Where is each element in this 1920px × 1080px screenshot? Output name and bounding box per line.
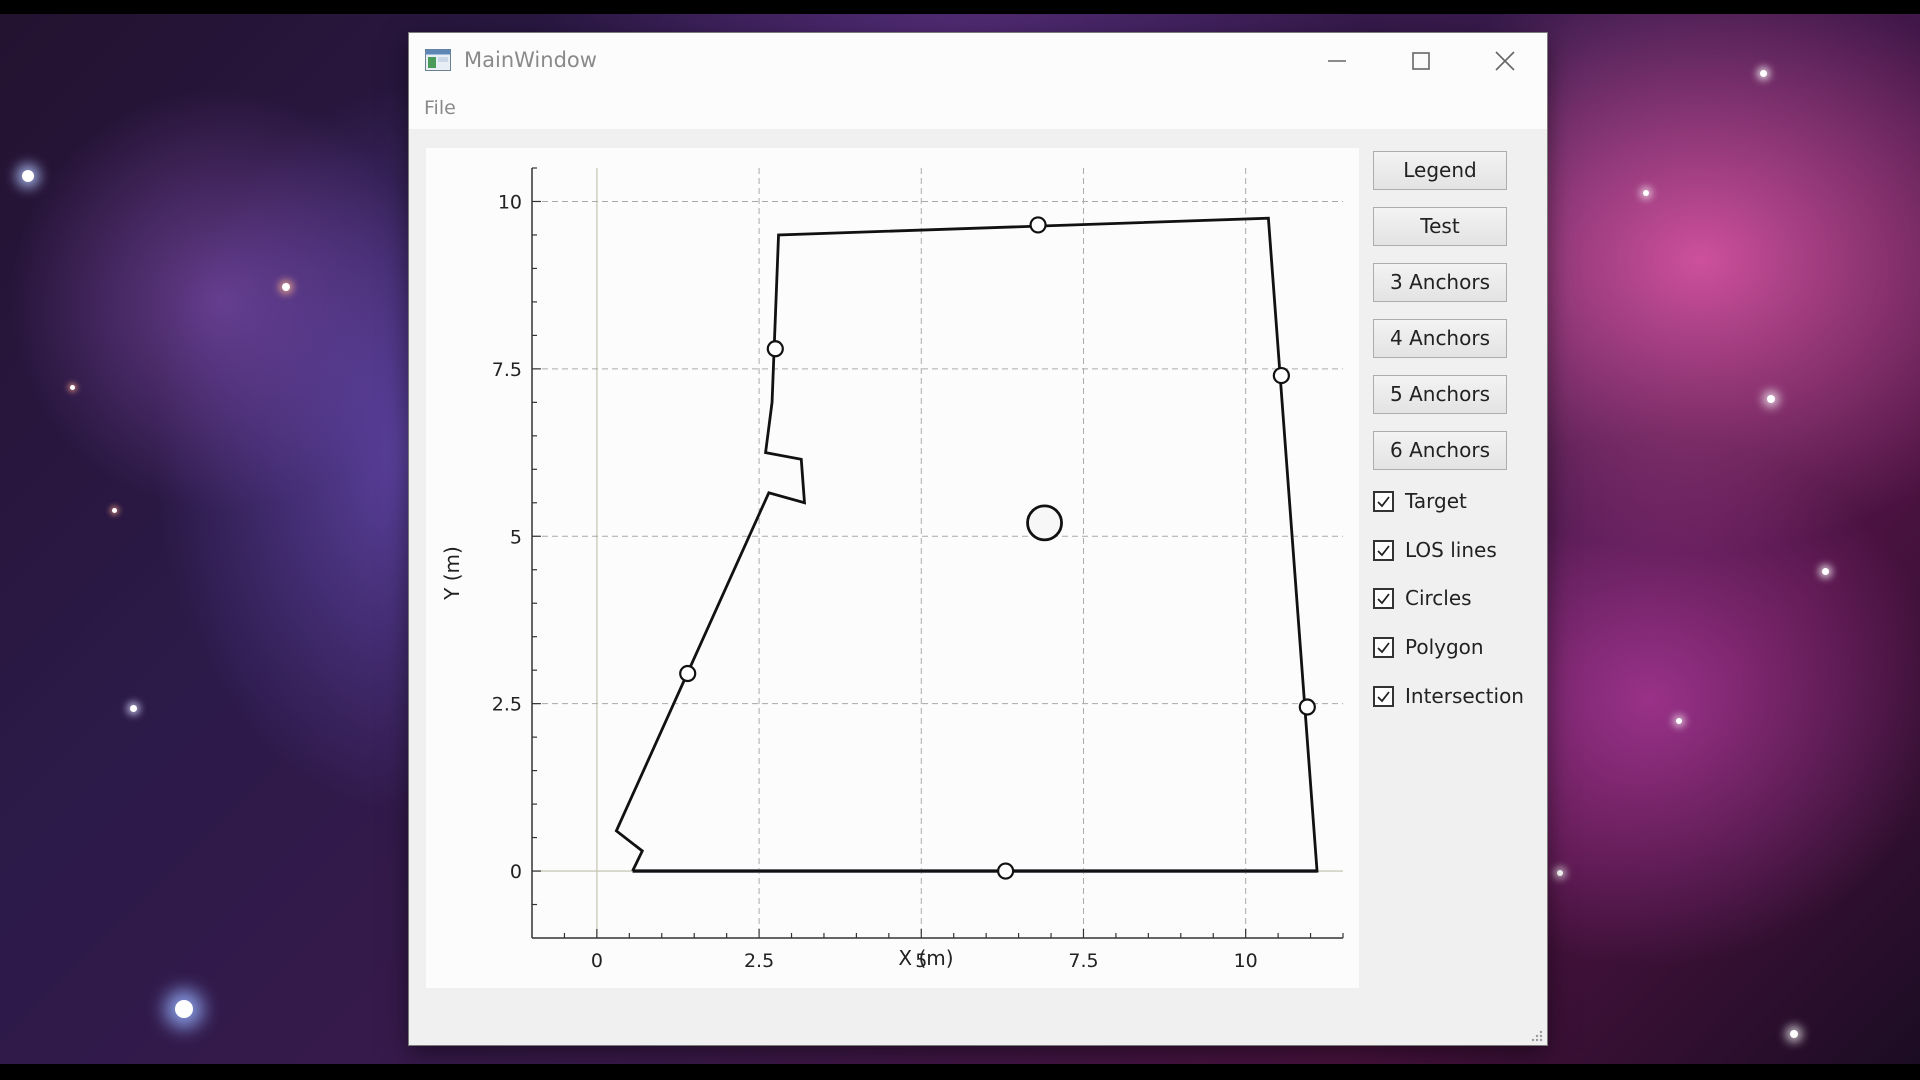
window-title: MainWindow — [464, 48, 597, 72]
minimize-button[interactable] — [1295, 33, 1379, 89]
checkbox-box[interactable] — [1373, 491, 1394, 512]
y-tick-label: 0 — [510, 861, 522, 883]
checkbox-label: Circles — [1405, 586, 1472, 610]
y-tick-label: 5 — [510, 526, 522, 548]
star — [1643, 190, 1649, 196]
star — [1557, 870, 1563, 876]
star — [175, 1000, 193, 1018]
anchor-marker — [766, 340, 784, 358]
anchor-marker — [1272, 366, 1290, 385]
y-axis-label: Y (m) — [440, 546, 464, 601]
checkmark-icon — [1377, 691, 1390, 703]
y-tick-label: 7.5 — [492, 359, 522, 381]
plot-area[interactable]: 0 2.5 5 7.5 10 0 2.5 5 7.5 10 X (m) Y (m) — [426, 148, 1359, 988]
main-window: MainWindow File 0 2.5 5 7.5 10 0 2.5 5 7.5 10 X (… — [409, 33, 1547, 1045]
x-tick-label: 10 — [1234, 950, 1258, 972]
plot-data — [614, 216, 1319, 880]
screen-border-bottom — [0, 1064, 1920, 1080]
close-button[interactable] — [1463, 33, 1547, 89]
checkbox-label: Target — [1405, 489, 1467, 513]
menu-bar: File — [409, 89, 1547, 129]
close-icon — [1495, 51, 1515, 71]
checkbox-box[interactable] — [1373, 686, 1394, 707]
resize-grip-icon[interactable] — [1529, 1027, 1543, 1042]
checkbox-box[interactable] — [1373, 637, 1394, 658]
test-button[interactable]: Test — [1373, 207, 1507, 246]
checkmark-icon — [1377, 642, 1390, 654]
position-plot: 0 2.5 5 7.5 1002.557.510 X (m) Y (m) — [440, 167, 1344, 972]
anchor-marker — [679, 664, 697, 683]
target-marker — [1026, 504, 1063, 542]
screen-border-top — [0, 0, 1920, 14]
y-tick-label: 10 — [498, 191, 522, 213]
x-axis-label: X (m) — [898, 946, 953, 970]
grid — [532, 168, 1343, 938]
checkbox-box[interactable] — [1373, 588, 1394, 609]
anchor-marker — [1298, 698, 1316, 716]
star — [70, 385, 75, 390]
star — [130, 705, 137, 712]
checkbox-label: Intersection — [1405, 684, 1524, 708]
app-window-icon — [425, 49, 451, 71]
checkmark-icon — [1377, 545, 1390, 557]
axes: 0 2.5 5 7.5 1002.557.510 — [492, 167, 1344, 972]
star — [1767, 395, 1775, 403]
star — [22, 170, 34, 182]
maximize-button[interactable] — [1379, 33, 1463, 89]
menu-file[interactable]: File — [424, 97, 456, 119]
four-anchors-button[interactable]: 4 Anchors — [1373, 319, 1507, 358]
x-tick-label: 7.5 — [1068, 950, 1098, 972]
checkmark-icon — [1377, 496, 1390, 508]
five-anchors-button[interactable]: 5 Anchors — [1373, 375, 1507, 414]
minimize-icon — [1328, 60, 1346, 62]
checkmark-icon — [1377, 593, 1390, 605]
checkbox-label: LOS lines — [1405, 538, 1497, 562]
y-tick-label: 2.5 — [492, 694, 522, 716]
star — [1790, 1030, 1798, 1038]
star — [1760, 70, 1767, 77]
legend-button[interactable]: Legend — [1373, 151, 1507, 190]
six-anchors-button[interactable]: 6 Anchors — [1373, 431, 1507, 470]
x-tick-label: 2.5 — [744, 950, 774, 972]
maximize-icon — [1412, 52, 1430, 70]
star — [112, 508, 117, 513]
checkbox-box[interactable] — [1373, 540, 1394, 561]
x-tick-label: 0 — [591, 950, 603, 972]
star — [1822, 568, 1829, 575]
three-anchors-button[interactable]: 3 Anchors — [1373, 263, 1507, 302]
star — [1676, 718, 1682, 724]
title-bar[interactable]: MainWindow — [409, 33, 1547, 89]
anchor-marker — [1029, 216, 1047, 234]
checkbox-label: Polygon — [1405, 635, 1484, 659]
room-polygon — [614, 216, 1319, 873]
anchor-marker — [997, 862, 1015, 880]
star — [282, 283, 290, 291]
